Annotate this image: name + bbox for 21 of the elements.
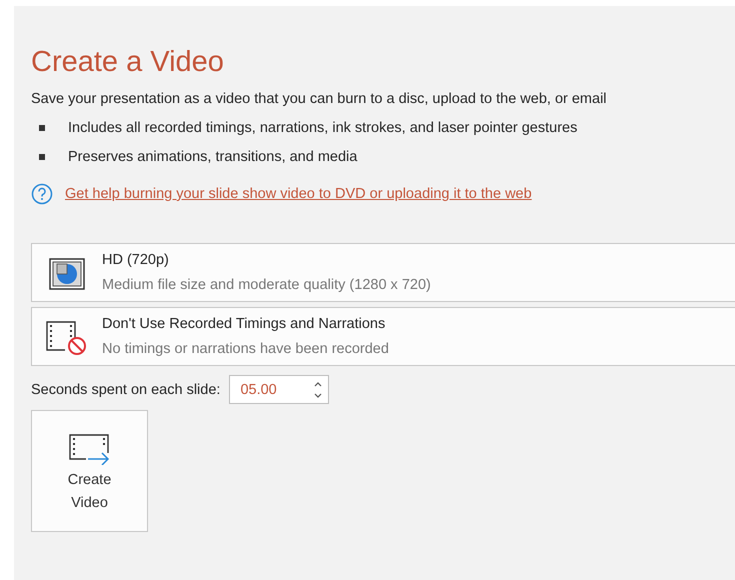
page-title: Create a Video <box>31 46 225 79</box>
option-dropdown[interactable]: HD (720p) Medium file size and moderate quality (1280 x 720) <box>31 243 735 302</box>
bullet-text: Preserves animations, transitions, and media <box>68 148 358 164</box>
film-prohibited-icon <box>45 320 89 356</box>
seconds-label: Seconds spent on each slide: <box>31 382 220 398</box>
option-title: Don't Use Recorded Timings and Narrations <box>102 316 386 332</box>
description-text: Save your presentation as a video that you can burn to a disc, upload to the web, or email <box>31 91 608 107</box>
help-link[interactable]: Get help burning your slide show video to DVD or uploading it to the web <box>65 186 532 202</box>
help-icon[interactable] <box>31 183 53 205</box>
film-arrow-icon <box>68 433 112 465</box>
option-dropdown[interactable]: Don't Use Recorded Timings and Narrations No timings or narrations have been recorded <box>31 307 735 366</box>
create-video-button[interactable]: Create Video <box>31 410 148 532</box>
option-subtitle: No timings or narrations have been recorded <box>102 341 389 357</box>
option-subtitle: Medium file size and moderate quality (1280 x 720) <box>102 277 431 293</box>
bullet-icon <box>39 124 45 130</box>
seconds-spinner[interactable]: 05.00 <box>229 375 330 404</box>
bullet-icon <box>39 154 45 160</box>
video-quality-icon <box>49 258 85 290</box>
bullet-text: Includes all recorded timings, narrations, ink strokes, and laser pointer gestures <box>68 120 578 136</box>
option-title: HD (720p) <box>102 252 170 268</box>
up-down-arrows-icon[interactable] <box>314 380 322 398</box>
